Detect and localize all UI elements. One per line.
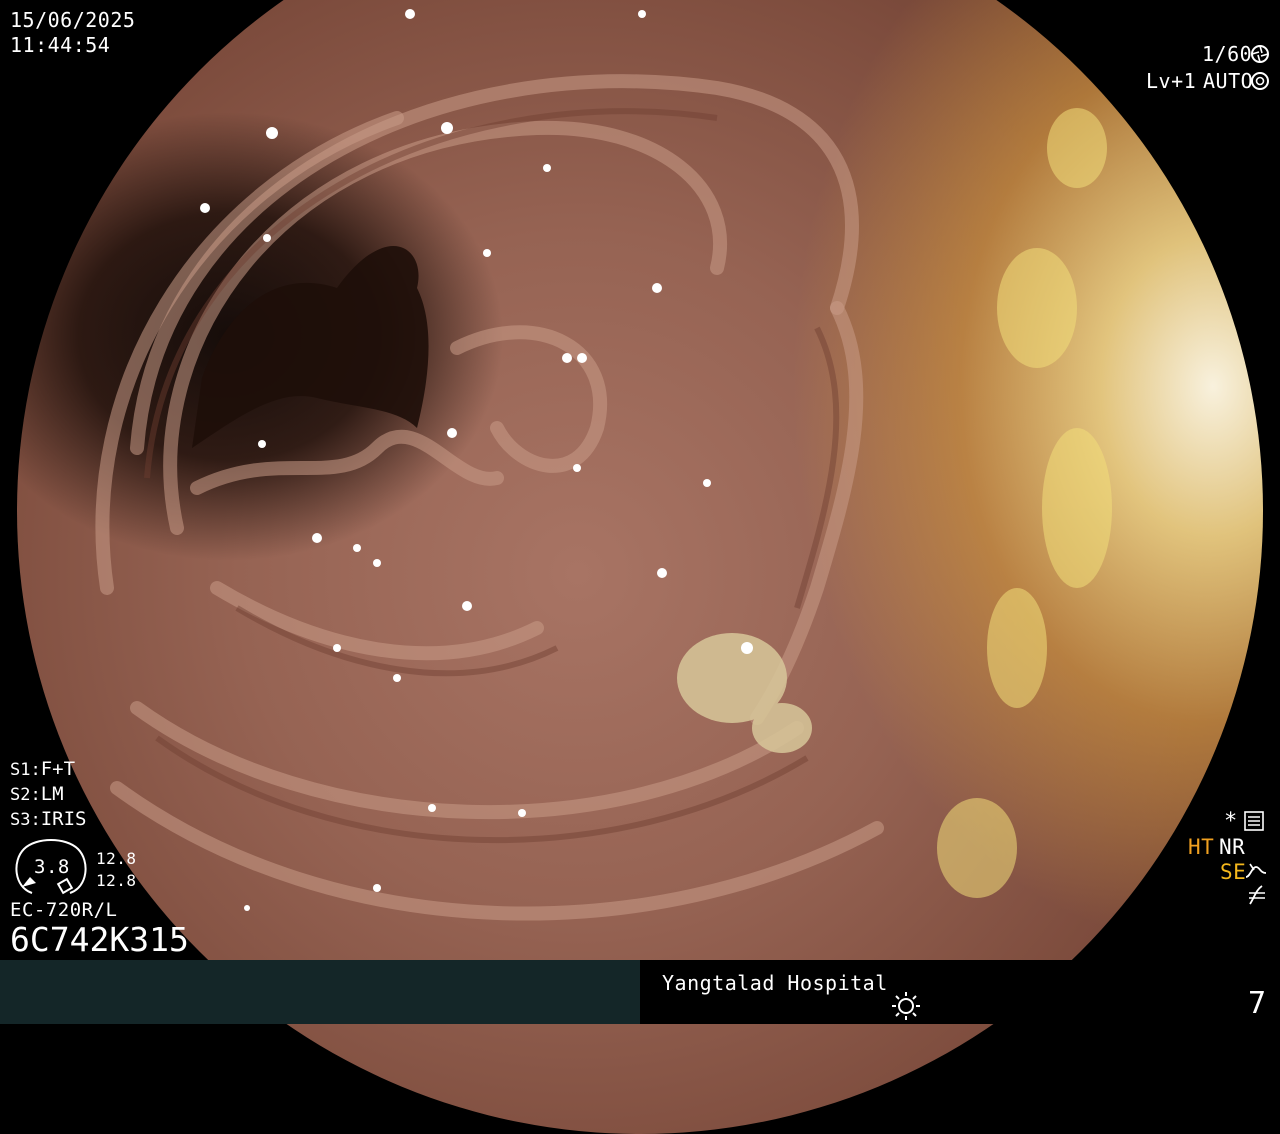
settings-panel: S1:F+T S2:LM S3:IRIS: [10, 757, 86, 832]
scope-serial: 6C742K315: [10, 920, 189, 959]
nr-indicator: NR: [1219, 835, 1246, 859]
enhance-curve-icon: [1245, 863, 1267, 878]
light-source-icon: [892, 992, 920, 1020]
setting-key: S1:: [10, 760, 41, 780]
setting-value: F+T: [40, 758, 76, 780]
status-bar-left: [0, 960, 640, 1024]
setting-key: S3:: [10, 810, 41, 830]
shutter-icon: [1251, 45, 1269, 63]
asterisk-indicator: *: [1224, 809, 1238, 834]
time-display: 11:44:54: [10, 33, 111, 57]
gauge-top-value: 12.8: [96, 849, 137, 868]
se-indicator: SE: [1220, 860, 1247, 884]
date-display: 15/06/2025: [10, 8, 136, 32]
gauge-bottom-value: 12.8: [96, 871, 137, 890]
setting-value: IRIS: [40, 808, 87, 830]
freeze-off-icon: [1249, 885, 1265, 905]
setting-value: LM: [40, 783, 64, 805]
iris-icon: [1251, 72, 1269, 90]
page-number: 7: [1248, 986, 1267, 1021]
shutter-speed: 1/60: [1202, 42, 1253, 66]
setting-key: S2:: [10, 785, 41, 805]
status-bar-right: Yangtalad Hospital 7: [640, 960, 1280, 1024]
menu-icon: [1244, 811, 1264, 831]
hospital-name: Yangtalad Hospital: [662, 971, 888, 995]
setting-row-s2: S2:LM: [10, 782, 86, 807]
exposure-mode: AUTO: [1203, 69, 1254, 93]
gauge-center-value: 3.8: [34, 856, 70, 878]
setting-row-s1: S1:F+T: [10, 757, 86, 782]
setting-row-s3: S3:IRIS: [10, 807, 86, 832]
scope-model: EC-720R/L: [10, 899, 118, 921]
exposure-level: Lv+1: [1146, 69, 1197, 93]
ht-indicator: HT: [1188, 835, 1215, 859]
